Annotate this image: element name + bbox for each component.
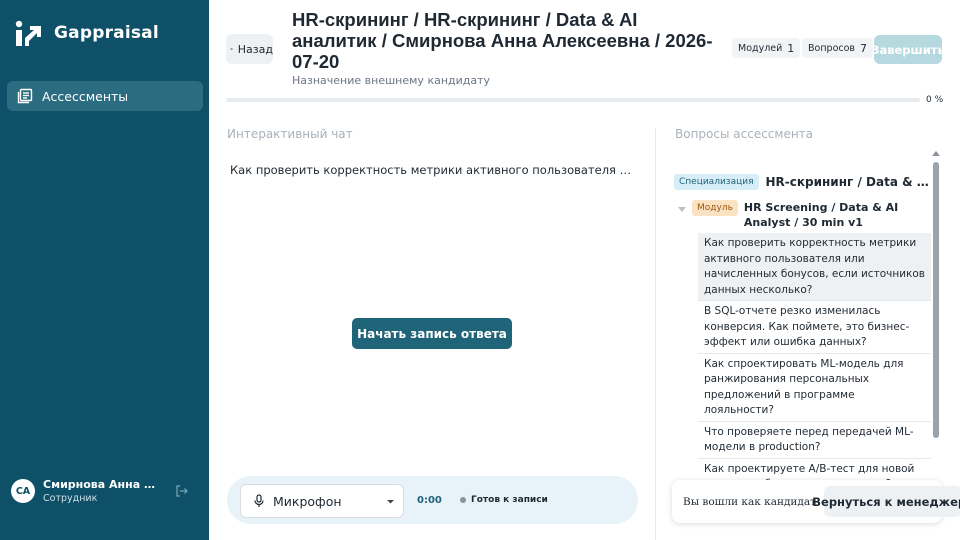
sidebar: Gappraisal Ассессменты CA Смирнова Анна … <box>0 0 209 540</box>
list-icon <box>17 88 33 104</box>
start-recording-button[interactable]: Начать запись ответа <box>352 318 512 349</box>
microphone-label: Микрофон <box>273 493 342 509</box>
panel-divider <box>655 128 656 540</box>
module-tag: Модуль <box>692 200 738 216</box>
page-subtitle: Назначение внешнему кандидату <box>292 74 491 87</box>
status-dot-icon <box>460 497 466 503</box>
scroll-thumb[interactable] <box>933 162 939 438</box>
microphone-select[interactable]: Микрофон <box>240 484 404 518</box>
questions-panel: Специализация HR-скрининг / Data & AI ан… <box>672 150 940 480</box>
questions-scrollbar[interactable] <box>932 150 940 480</box>
user-name: Смирнова Анна Алексеевна <box>43 478 163 491</box>
question-item[interactable]: Как проектируете A/B-тест для новой акци… <box>698 459 931 481</box>
chevron-down-icon <box>387 500 394 504</box>
brand[interactable]: Gappraisal <box>14 18 159 48</box>
candidate-mode-toast: Вы вошли как кандидат Вернуться к менедж… <box>672 480 960 523</box>
logout-icon[interactable] <box>175 484 189 498</box>
module-row[interactable]: Модуль HR Screening / Data & AI Analyst … <box>678 200 933 230</box>
record-timer: 0:00 <box>417 495 442 506</box>
stat-label: Вопросов <box>808 42 856 54</box>
scroll-up-icon[interactable] <box>932 151 940 157</box>
user-profile: CA Смирнова Анна Алексеевна Сотрудник <box>11 478 207 504</box>
arrow-left-icon <box>230 47 234 51</box>
question-item[interactable]: Что проверяете перед передачей ML-модели… <box>698 422 931 459</box>
specialization-tag: Специализация <box>674 174 759 190</box>
questions-count-badge: Вопросов 7 <box>802 38 874 58</box>
caret-down-icon[interactable] <box>678 207 686 213</box>
stat-value: 7 <box>860 41 868 55</box>
questions-list: Как проверить корректность метрики актив… <box>698 233 931 480</box>
return-to-manager-button[interactable]: Вернуться к менеджеру <box>812 486 960 517</box>
brand-name: Gappraisal <box>54 23 159 43</box>
recording-controls: Микрофон 0:00 Готов к записи <box>227 476 638 524</box>
logo-icon <box>15 20 41 46</box>
status-label: Готов к записи <box>471 495 548 505</box>
sidebar-item-label: Ассессменты <box>42 88 129 104</box>
chat-title: Интерактивный чат <box>227 127 353 141</box>
question-item[interactable]: Как спроектировать ML-модель для ранжиро… <box>698 354 931 422</box>
record-status: Готов к записи <box>460 495 548 505</box>
toast-text: Вы вошли как кандидат <box>683 495 816 508</box>
user-role: Сотрудник <box>43 493 98 504</box>
finish-button[interactable]: Завершить <box>871 35 945 64</box>
sidebar-item-assessments[interactable]: Ассессменты <box>7 81 203 111</box>
back-button[interactable]: Назад <box>226 34 273 64</box>
page-title: HR-скрининг / HR-скрининг / Data & AI ан… <box>292 9 713 72</box>
back-label: Назад <box>237 42 273 56</box>
progress-bar <box>226 98 920 102</box>
stat-label: Модулей <box>738 42 783 54</box>
microphone-icon <box>254 494 264 507</box>
module-name: HR Screening / Data & AI Analyst / 30 mi… <box>743 201 899 229</box>
avatar: CA <box>11 479 35 503</box>
progress-percent: 0 % <box>926 95 944 105</box>
modules-count-badge: Модулей 1 <box>732 38 801 58</box>
specialization-name: HR-скрининг / Data & AI аналитик <box>765 175 936 189</box>
questions-title: Вопросы ассессмента <box>675 127 814 141</box>
specialization-row: Специализация HR-скрининг / Data & AI ан… <box>674 174 936 190</box>
current-question: Как проверить корректность метрики актив… <box>230 163 635 177</box>
question-item[interactable]: В SQL-отчете резко изменилась конверсия.… <box>698 301 931 354</box>
question-item[interactable]: Как проверить корректность метрики актив… <box>698 233 931 301</box>
stat-value: 1 <box>787 41 795 55</box>
